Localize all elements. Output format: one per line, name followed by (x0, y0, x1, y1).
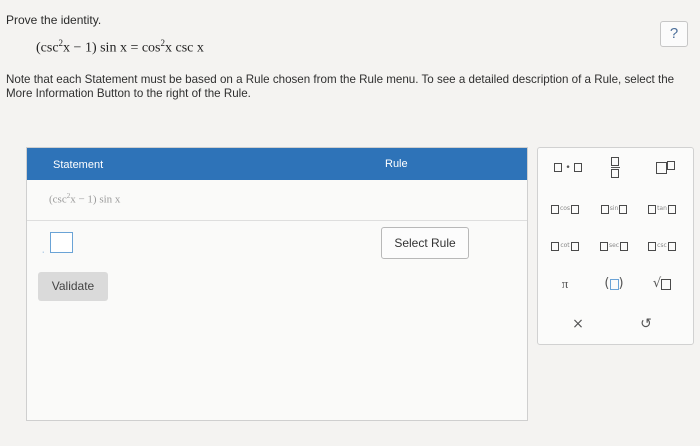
cos-button[interactable]: cos (545, 198, 585, 220)
exponent-template-button[interactable] (645, 157, 685, 179)
sin-button[interactable]: sin (594, 198, 634, 220)
header-statement: Statement (53, 159, 104, 171)
header-rule: Rule (385, 158, 408, 170)
cot-label: cot (560, 242, 570, 249)
statement-1: (csc2x − 1) sin x (49, 192, 120, 206)
close-paren: ) (618, 276, 624, 291)
placeholder-icon (573, 163, 582, 172)
proof-table-header: Statement Rule (27, 148, 527, 180)
base-placeholder-icon (655, 161, 667, 174)
select-rule-button[interactable]: Select Rule (381, 227, 469, 259)
placeholder-icon (619, 204, 628, 214)
placeholder-icon (620, 241, 629, 251)
exponent-placeholder-icon (666, 161, 675, 170)
cot-button[interactable]: cot (545, 235, 585, 257)
sqrt-button[interactable]: √ (642, 273, 682, 295)
pi-button[interactable]: π (545, 273, 585, 295)
csc-button[interactable]: csc (642, 235, 682, 257)
identity-middle: x − 1) sin x = cos (63, 40, 161, 56)
statement-answer-box[interactable] (50, 232, 73, 253)
validate-button[interactable]: Validate (38, 272, 108, 301)
parentheses-button[interactable]: () (594, 273, 634, 295)
fraction-template-button[interactable] (595, 157, 635, 179)
help-button[interactable]: ? (660, 21, 688, 47)
placeholder-icon (648, 204, 657, 214)
identity-rhs-end: x csc x (165, 40, 204, 56)
sqrt-sign: √ (652, 276, 662, 291)
placeholder-icon (551, 241, 560, 251)
row-bullet: · (41, 243, 46, 259)
fraction-icon (610, 157, 620, 178)
identity-expression: (csc2x − 1) sin x = cos2x csc x (36, 38, 204, 57)
cos-label: cos (559, 205, 571, 212)
undo-button[interactable]: ↺ (626, 313, 666, 335)
sin-label: sin (609, 205, 619, 212)
statement-1-rest: x − 1) sin x (70, 193, 121, 206)
row-divider (27, 220, 527, 221)
placeholder-icon (571, 204, 580, 214)
multiply-template-button[interactable]: • (548, 157, 588, 179)
instructions-note: Note that each Statement must be based o… (6, 73, 675, 100)
tan-label: tan (657, 205, 667, 212)
times-sign: • (565, 163, 571, 173)
placeholder-icon (554, 163, 563, 172)
identity-lhs-open: (csc (36, 40, 59, 56)
statement-row-1: (csc2x − 1) sin x (27, 180, 527, 220)
placeholder-icon (550, 204, 559, 214)
placeholder-icon (570, 241, 579, 251)
clear-button[interactable]: × (558, 313, 598, 335)
sec-button[interactable]: sec (594, 235, 634, 257)
csc-label: csc (657, 242, 667, 249)
statement-1-open: (csc (49, 193, 67, 206)
placeholder-icon (600, 204, 609, 214)
prompt-text: Prove the identity. (6, 13, 102, 27)
placeholder-icon (599, 241, 608, 251)
placeholder-icon (667, 241, 676, 251)
tan-button[interactable]: tan (642, 198, 682, 220)
sec-label: sec (608, 242, 620, 249)
placeholder-icon (667, 204, 676, 214)
placeholder-icon (661, 279, 672, 290)
proof-table: Statement Rule (csc2x − 1) sin x · Selec… (26, 147, 528, 421)
placeholder-icon (648, 241, 657, 251)
math-palette: • cos sin tan cot sec csc π () √ × ↺ (537, 147, 694, 345)
placeholder-icon (609, 279, 619, 290)
